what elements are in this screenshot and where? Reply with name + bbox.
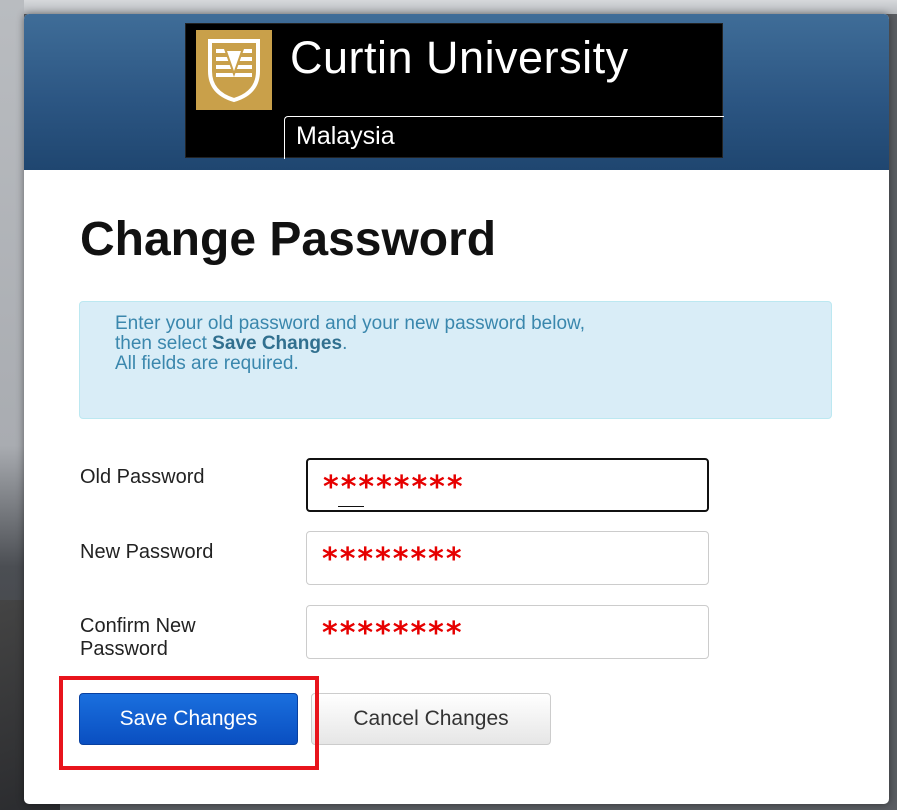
confirm-password-label-line-2: Password (80, 638, 168, 660)
confirm-password-input[interactable]: ******** (306, 605, 709, 659)
annotation-highlight-box (59, 676, 319, 770)
new-password-label: New Password (80, 541, 214, 563)
background-top (0, 0, 897, 14)
confirm-password-mask: ******** (322, 616, 464, 651)
logo-university-name: Curtin University (290, 32, 629, 83)
logo-campus-name: Malaysia (296, 122, 395, 150)
text-caret (338, 506, 364, 507)
info-line-2-prefix: then select (115, 333, 213, 354)
dialog-header: Curtin University Malaysia (24, 14, 889, 170)
info-line-1: Enter your old password and your new pas… (115, 313, 585, 334)
university-logo: Curtin University Malaysia (185, 23, 724, 159)
info-line-2-bold: Save Changes (212, 333, 343, 354)
info-line-2: then select Save Changes. (115, 334, 831, 354)
old-password-label: Old Password (80, 466, 205, 488)
old-password-mask: ******** (323, 470, 465, 505)
old-password-input[interactable]: ******** (306, 458, 709, 512)
new-password-mask: ******** (322, 542, 464, 577)
cancel-changes-button[interactable]: Cancel Changes (311, 693, 551, 745)
page-title: Change Password (80, 213, 497, 266)
confirm-password-label: Confirm New Password (80, 615, 196, 661)
new-password-input[interactable]: ******** (306, 531, 709, 585)
info-alert: Enter your old password and your new pas… (79, 301, 832, 419)
crest-icon (196, 30, 272, 110)
confirm-password-label-line-1: Confirm New (80, 615, 196, 637)
info-line-3: All fields are required. (115, 353, 299, 374)
info-line-2-suffix: . (342, 333, 348, 354)
